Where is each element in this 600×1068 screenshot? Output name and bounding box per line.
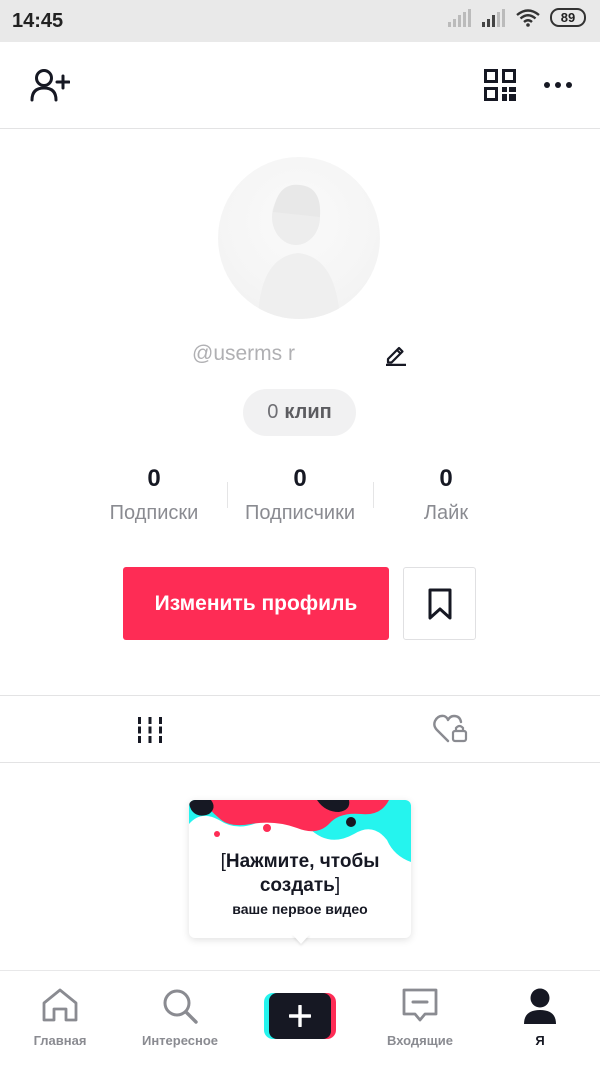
avatar-image — [258, 184, 340, 319]
more-dot — [566, 82, 572, 88]
nav-label: Входящие — [387, 1033, 453, 1048]
card-subtitle: ваше первое видео — [232, 901, 368, 917]
bookmark-icon — [428, 588, 451, 619]
stat-value: 0 — [439, 465, 453, 492]
stat-value: 0 — [293, 465, 307, 492]
edit-username-button[interactable] — [384, 342, 408, 371]
bracket-close: ] — [334, 875, 341, 896]
clips-label: клип — [284, 401, 332, 423]
stat-likes[interactable]: 0 Лайк — [371, 462, 521, 530]
qr-code-icon — [484, 69, 516, 101]
status-icons: 89 — [448, 8, 586, 27]
stat-value: 0 — [147, 465, 161, 492]
tab-liked[interactable] — [433, 714, 469, 749]
wifi-icon — [516, 8, 540, 27]
favorites-button[interactable] — [403, 567, 476, 640]
nav-inbox[interactable]: Входящие — [360, 971, 480, 1068]
stats-divider — [373, 482, 374, 508]
profile-top-bar — [0, 42, 600, 129]
status-bar: 14:45 89 — [0, 0, 600, 42]
nav-profile[interactable]: Я — [480, 971, 600, 1068]
card-title-line1: Нажмите, чтобы — [225, 851, 380, 872]
nav-label: Интересное — [141, 1033, 219, 1048]
clips-count: 0 — [267, 401, 279, 423]
qr-code-button[interactable] — [484, 69, 516, 106]
profile-icon — [524, 988, 556, 1024]
card-pointer — [292, 934, 310, 944]
nav-label: Я — [535, 1033, 545, 1048]
card-title: [Нажмите, чтобы создать] — [189, 850, 411, 898]
create-first-video-card[interactable]: [Нажмите, чтобы создать] ваше первое вид… — [189, 800, 411, 944]
pencil-icon — [386, 346, 406, 367]
profile-username: @userms r — [192, 342, 295, 365]
profile-avatar[interactable] — [218, 157, 380, 319]
stats-divider — [227, 482, 228, 508]
create-video-button[interactable] — [264, 993, 336, 1039]
profile-content-tabs — [0, 695, 600, 763]
more-options-button[interactable] — [544, 82, 572, 88]
battery-indicator: 89 — [550, 8, 586, 27]
more-dot — [544, 82, 550, 88]
stat-label: Лайк — [423, 502, 469, 524]
person-plus-icon — [30, 69, 71, 102]
home-icon — [42, 988, 78, 1022]
plus-core — [269, 993, 331, 1039]
stat-following[interactable]: 0 Подписки — [79, 462, 229, 530]
nav-home[interactable]: Главная — [0, 971, 120, 1068]
status-time: 14:45 — [12, 10, 64, 32]
stat-label: Подписки — [109, 502, 199, 524]
nav-label: Главная — [33, 1033, 87, 1048]
card-title-line2: создать — [259, 875, 335, 896]
add-user-button[interactable] — [30, 68, 71, 107]
stat-followers[interactable]: 0 Подписчики — [225, 462, 375, 530]
plus-icon — [289, 1005, 311, 1027]
clips-count-pill[interactable]: 0 клип — [243, 389, 356, 436]
stat-label: Подписчики — [244, 502, 356, 524]
profile-stats: 0 Подписки 0 Подписчики 0 Лайк — [0, 462, 600, 532]
inbox-icon — [402, 988, 438, 1022]
nav-discover[interactable]: Интересное — [120, 971, 240, 1068]
grid-bars-icon — [138, 717, 162, 743]
signal-icon — [448, 8, 471, 27]
signal-icon-2 — [482, 8, 505, 27]
locked-heart-icon — [433, 714, 468, 743]
search-icon — [163, 989, 198, 1024]
edit-profile-button[interactable]: Изменить профиль — [123, 567, 389, 640]
more-dot — [555, 82, 561, 88]
tab-videos[interactable] — [136, 716, 164, 749]
